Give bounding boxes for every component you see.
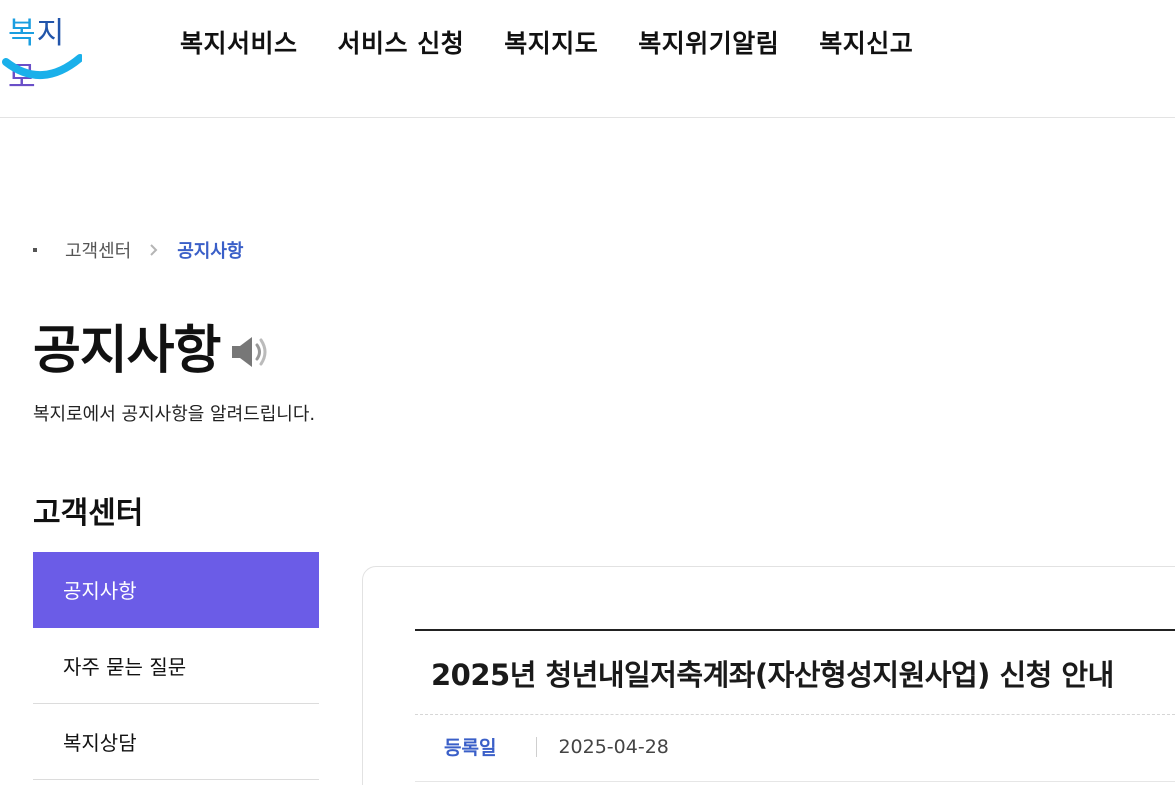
breadcrumb-customer-center[interactable]: 고객센터 [65,237,131,263]
page-description: 복지로에서 공지사항을 알려드립니다. [33,404,316,425]
registration-date-value: 2025-04-28 [558,735,669,758]
article-divider [415,714,1175,715]
breadcrumb: 고객센터 공지사항 [33,237,244,263]
site-logo[interactable]: 복지로 [2,8,82,95]
meta-separator [536,736,538,757]
sidebar-item-welfare-counseling[interactable]: 복지상담 [33,704,319,780]
gnb-service-application[interactable]: 서비스 신청 [318,22,485,66]
gnb-welfare-services[interactable]: 복지서비스 [160,22,318,66]
sidebar-item-notice[interactable]: 공지사항 [33,552,319,628]
sidebar-item-faq[interactable]: 자주 묻는 질문 [33,628,319,704]
registration-date-label: 등록일 [444,737,497,759]
gnb-welfare-report[interactable]: 복지신고 [799,22,933,66]
article-meta: 등록일 2025-04-28 [444,733,669,760]
meta-bottom-border [415,781,1175,782]
chevron-right-icon [149,243,159,257]
gnb-welfare-map[interactable]: 복지지도 [484,22,618,66]
gnb-welfare-crisis-alert[interactable]: 복지위기알림 [618,22,799,66]
breadcrumb-bullet [33,248,37,252]
speaker-icon[interactable] [230,334,270,374]
sidebar-nav: 공지사항 자주 묻는 질문 복지상담 [33,552,319,780]
logo-smile-icon [2,54,82,79]
article-top-border [415,629,1175,631]
breadcrumb-notice[interactable]: 공지사항 [177,237,243,263]
main-nav: 복지서비스 서비스 신청 복지지도 복지위기알림 복지신고 [160,22,933,66]
site-header: 복지로 복지서비스 서비스 신청 복지지도 복지위기알림 복지신고 [0,0,1175,118]
sidebar-title: 고객센터 [33,496,144,531]
page-title: 공지사항 [33,321,221,381]
article-title: 2025년 청년내일저축계좌(자산형성지원사업) 신청 안내 [431,658,1114,692]
